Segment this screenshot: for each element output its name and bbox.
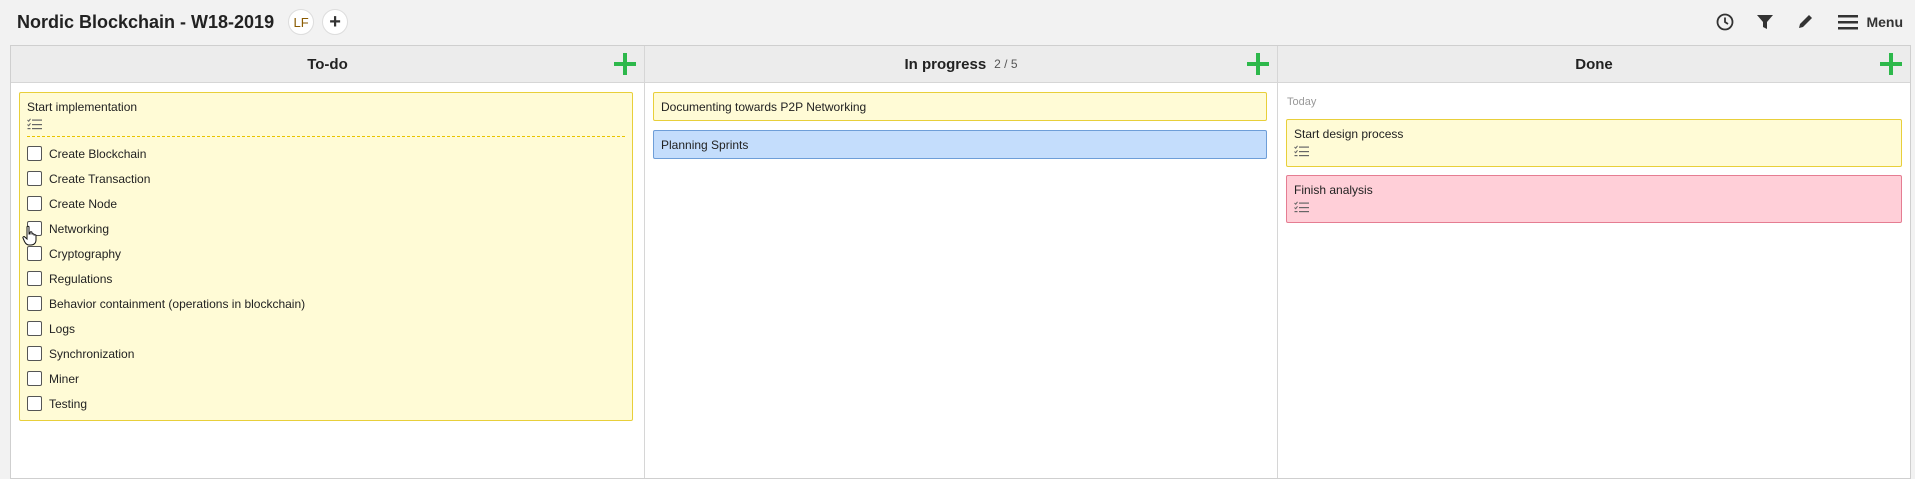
checklist-item-label: Logs	[49, 321, 76, 336]
user-avatar[interactable]: LF	[288, 9, 315, 35]
card-title: Documenting towards P2P Networking	[661, 100, 867, 114]
checkbox[interactable]	[27, 396, 42, 411]
checkbox[interactable]	[27, 271, 42, 286]
checklist-item-label: Create Node	[49, 196, 118, 211]
checklist-item-label: Testing	[49, 396, 88, 411]
checklist-item-label: Cryptography	[49, 246, 122, 261]
checklist-item: Regulations	[27, 266, 625, 291]
checklist-item-label: Create Blockchain	[49, 146, 147, 161]
column-title: To-do	[307, 55, 348, 73]
checklist-icon	[1294, 201, 1309, 213]
pencil-icon[interactable]	[1794, 11, 1816, 33]
card-title: Start implementation	[27, 100, 138, 114]
checklist-item: Create Node	[27, 191, 625, 216]
add-card-button[interactable]	[1247, 53, 1269, 75]
column-header-done: Done	[1278, 46, 1910, 83]
column-title: Done	[1575, 55, 1613, 73]
add-card-button[interactable]	[1880, 53, 1902, 75]
checklist-item-label: Synchronization	[49, 346, 135, 361]
toolbar: Menu	[1696, 0, 1903, 44]
card-start-implementation[interactable]: Start implementation Create Blockchain C…	[19, 92, 633, 421]
checklist-item: Networking	[27, 216, 625, 241]
menu-label: Menu	[1866, 14, 1903, 30]
checklist-item: Cryptography	[27, 241, 625, 266]
checklist-item: Behavior containment (operations in bloc…	[27, 291, 625, 316]
checklist-icon	[27, 118, 42, 130]
card-title: Finish analysis	[1294, 183, 1373, 197]
filter-icon[interactable]	[1754, 11, 1776, 33]
checkbox[interactable]	[27, 371, 42, 386]
add-member-button[interactable]: +	[322, 9, 349, 35]
column-in-progress: In progress 2 / 5 Documenting towards P2…	[645, 46, 1278, 478]
checklist-item: Create Blockchain	[27, 141, 625, 166]
checklist-item: Miner	[27, 366, 625, 391]
checklist-icon	[1294, 145, 1309, 157]
section-label-today: Today	[1287, 96, 1317, 108]
card-title: Planning Sprints	[661, 138, 749, 152]
clock-icon[interactable]	[1714, 11, 1736, 33]
hand-cursor-icon	[22, 225, 37, 246]
checklist-item: Testing	[27, 391, 625, 416]
column-header-in-progress: In progress 2 / 5	[645, 46, 1277, 83]
checklist-item: Create Transaction	[27, 166, 625, 191]
column-title: In progress	[904, 55, 987, 73]
checkbox[interactable]	[27, 346, 42, 361]
board-title: Nordic Blockchain - W18-2019	[17, 11, 275, 32]
checkbox[interactable]	[27, 171, 42, 186]
checklist-item-label: Networking	[49, 221, 110, 236]
checklist-item-label: Create Transaction	[49, 171, 151, 186]
menu-button[interactable]: Menu	[1838, 14, 1903, 30]
checklist-item: Synchronization	[27, 341, 625, 366]
checkbox[interactable]	[27, 321, 42, 336]
add-card-button[interactable]	[614, 53, 636, 75]
column-header-todo: To-do	[11, 46, 644, 83]
checklist: Create Blockchain Create Transaction Cre…	[27, 136, 625, 416]
top-bar: Nordic Blockchain - W18-2019 LF +	[0, 0, 1915, 44]
checkbox[interactable]	[27, 196, 42, 211]
card-title: Start design process	[1294, 127, 1404, 141]
kanban-board: To-do Start implementation Create Blockc…	[10, 45, 1911, 479]
checkbox[interactable]	[27, 246, 42, 261]
checkbox[interactable]	[27, 146, 42, 161]
checklist-item-label: Miner	[49, 371, 80, 386]
column-done: Done Today Start design process Finish a…	[1278, 46, 1910, 478]
checkbox[interactable]	[27, 296, 42, 311]
hamburger-icon	[1838, 15, 1859, 30]
checklist-item-label: Regulations	[49, 271, 113, 286]
column-todo: To-do Start implementation Create Blockc…	[11, 46, 645, 478]
card-finish-analysis[interactable]: Finish analysis	[1286, 175, 1902, 223]
card-start-design-process[interactable]: Start design process	[1286, 119, 1902, 167]
card-planning-sprints[interactable]: Planning Sprints	[653, 130, 1267, 159]
card-documenting-p2p[interactable]: Documenting towards P2P Networking	[653, 92, 1267, 121]
checklist-item-label: Behavior containment (operations in bloc…	[49, 296, 306, 311]
wip-limit: 2 / 5	[994, 57, 1018, 71]
checklist-item: Logs	[27, 316, 625, 341]
